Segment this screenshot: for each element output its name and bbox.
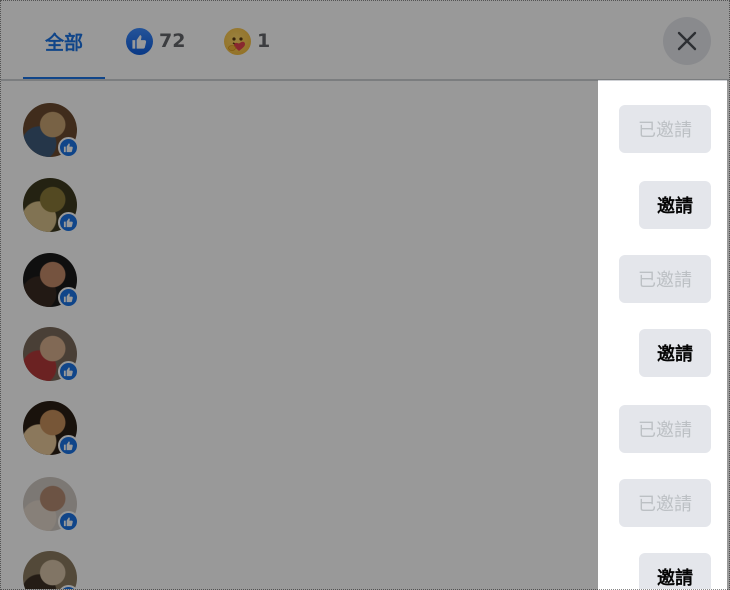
reactions-tab-bar: 全部 72 1 <box>1 1 729 81</box>
like-count: 72 <box>159 30 186 52</box>
like-badge-icon <box>58 435 79 456</box>
like-badge-icon <box>58 361 79 382</box>
invited-button[interactable]: 已邀請 <box>619 255 711 303</box>
invite-button[interactable]: 邀請 <box>639 181 711 229</box>
tab-like[interactable]: 72 <box>126 1 185 81</box>
close-button[interactable] <box>663 17 711 65</box>
like-badge-icon <box>58 212 79 233</box>
invite-button[interactable]: 邀請 <box>639 553 711 589</box>
invited-button[interactable]: 已邀請 <box>619 405 711 453</box>
tab-all-label: 全部 <box>44 31 83 54</box>
invite-button[interactable]: 邀請 <box>639 329 711 377</box>
care-hug-icon <box>224 27 251 55</box>
tab-care[interactable]: 1 <box>224 1 270 81</box>
invited-button[interactable]: 已邀請 <box>619 479 711 527</box>
reactor-row: 邀請 <box>1 81 729 589</box>
close-icon <box>677 31 697 51</box>
like-badge-icon <box>58 511 79 532</box>
reactions-dialog: 全部 72 1 已邀請 邀請 已邀請 邀請 已邀請 已邀請 邀請 <box>0 0 730 590</box>
tab-all[interactable]: 全部 <box>23 1 105 81</box>
like-badge-icon <box>58 287 79 308</box>
reactor-list: 已邀請 邀請 已邀請 邀請 已邀請 已邀請 邀請 <box>1 81 729 589</box>
thumbs-up-icon <box>126 27 153 55</box>
care-count: 1 <box>257 30 271 52</box>
